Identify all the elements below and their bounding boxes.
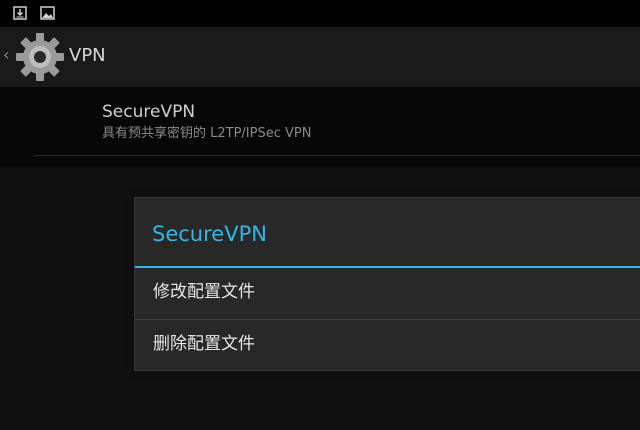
edit-profile-label: 修改配置文件 — [153, 282, 255, 302]
download-notification-icon — [13, 6, 27, 20]
list-divider — [34, 155, 640, 156]
image-notification-icon — [40, 6, 55, 20]
vpn-item-summary: 具有预共享密钥的 L2TP/IPSec VPN — [102, 126, 312, 141]
settings-gear-icon[interactable] — [14, 31, 66, 83]
vpn-item-title: SecureVPN — [102, 102, 196, 122]
vpn-list-item[interactable]: SecureVPN 具有预共享密钥的 L2TP/IPSec VPN — [0, 87, 640, 167]
vpn-options-dialog: SecureVPN 修改配置文件 删除配置文件 — [134, 197, 640, 371]
edit-profile-menu-item[interactable]: 修改配置文件 — [135, 268, 640, 319]
delete-profile-label: 删除配置文件 — [153, 334, 255, 354]
delete-profile-menu-item[interactable]: 删除配置文件 — [135, 320, 640, 371]
action-bar: ‹ VPN — [0, 27, 640, 87]
status-bar — [0, 0, 640, 27]
back-caret-icon[interactable]: ‹ — [3, 45, 9, 65]
dialog-title: SecureVPN — [152, 222, 267, 246]
action-bar-title: VPN — [69, 45, 106, 66]
